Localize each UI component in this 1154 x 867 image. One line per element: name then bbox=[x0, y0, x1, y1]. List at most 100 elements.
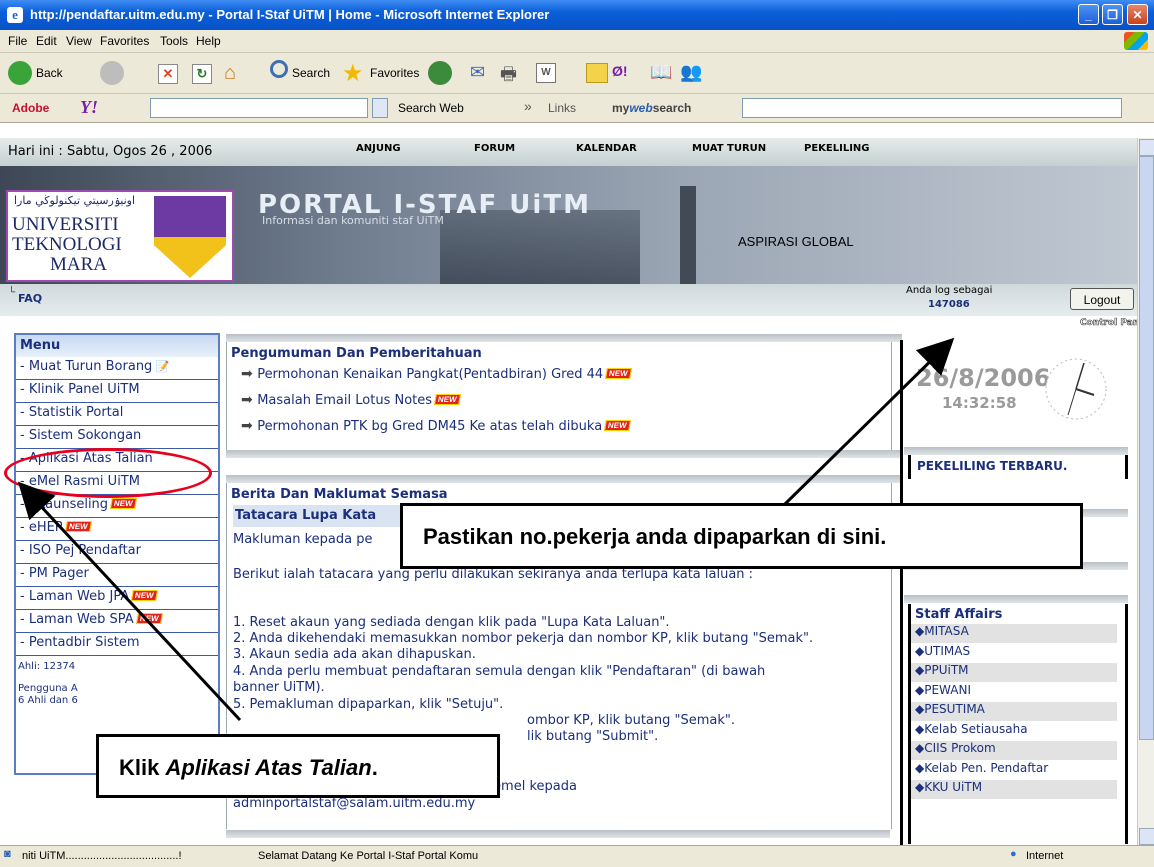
callout-aplikasi: Klik Aplikasi Atas Talian. bbox=[96, 734, 500, 798]
back-label[interactable]: Back bbox=[36, 66, 63, 80]
discuss-icon[interactable] bbox=[586, 63, 608, 83]
staff-affairs-item[interactable]: ◆PPUiTM bbox=[911, 663, 1117, 682]
yahoo-messenger-icon[interactable]: Ø! bbox=[612, 63, 638, 81]
nav-kalendar[interactable]: KALENDAR bbox=[576, 143, 637, 154]
new-badge: NEW bbox=[604, 420, 631, 431]
research-icon[interactable]: 📖 bbox=[650, 62, 672, 82]
banner-figure bbox=[680, 186, 696, 284]
nav-anjung[interactable]: ANJUNG bbox=[356, 143, 401, 154]
history-icon[interactable] bbox=[428, 61, 452, 85]
page-scrollbar[interactable] bbox=[1137, 138, 1154, 845]
print-icon[interactable]: 🖶 bbox=[500, 62, 522, 84]
staff-affairs-item[interactable]: ◆PEWANI bbox=[911, 683, 1117, 702]
new-badge: NEW bbox=[131, 590, 158, 601]
menu-header: Menu bbox=[16, 335, 218, 357]
faq-bar: └ FAQ Anda log sebagai 147086 Logout bbox=[0, 284, 1137, 316]
news-step-4b: banner UiTM). bbox=[233, 680, 325, 695]
scroll-thumb[interactable] bbox=[1139, 156, 1154, 740]
faq-link[interactable]: FAQ bbox=[18, 292, 42, 305]
yahoo-search-field[interactable] bbox=[150, 98, 368, 118]
new-badge: NEW bbox=[605, 368, 632, 379]
sidebar-item[interactable]: - ISO Pej Pendaftar bbox=[16, 541, 218, 564]
yahoo-search-dropdown[interactable] bbox=[372, 98, 388, 118]
staff-affairs-item[interactable]: ◆CIIS Prokom bbox=[911, 741, 1117, 760]
logo-line1: UNIVERSITI bbox=[12, 214, 119, 235]
sidebar-item[interactable]: - Muat Turun Borang 📝 bbox=[16, 357, 218, 380]
news-subtitle: Tatacara Lupa Kata bbox=[235, 508, 377, 523]
addon-toolbar: Adobe Y! Search Web » Links mywebsearch bbox=[0, 94, 1154, 123]
home-icon[interactable]: ⌂ bbox=[224, 62, 246, 84]
sidebar-item[interactable]: - Statistik Portal bbox=[16, 403, 218, 426]
sidebar-item[interactable]: - Laman Web JPA NEW bbox=[16, 587, 218, 610]
staff-affairs-title: Staff Affairs bbox=[915, 607, 1003, 622]
staff-affairs-item[interactable]: ◆UTIMAS bbox=[911, 644, 1117, 663]
adobe-label[interactable]: Adobe bbox=[12, 101, 49, 115]
standard-toolbar: Back ✕ ↻ ⌂ Search ★ Favorites ✉ 🖶 W Ø! 📖… bbox=[0, 53, 1154, 94]
staff-affairs-item[interactable]: ◆Kelab Pen. Pendaftar bbox=[911, 761, 1117, 780]
back-icon[interactable] bbox=[8, 61, 32, 85]
news-step-4: 4. Anda perlu membuat pendaftaran semula… bbox=[233, 664, 766, 679]
new-badge: NEW bbox=[434, 394, 461, 405]
favorites-label[interactable]: Favorites bbox=[370, 66, 419, 80]
sidebar-item[interactable]: - Klinik Panel UiTM bbox=[16, 380, 218, 403]
sidebar-item[interactable]: - eHEP NEW bbox=[16, 518, 218, 541]
logout-button[interactable]: Logout bbox=[1070, 288, 1134, 310]
pekeliling-title[interactable]: PEKELILING TERBARU. bbox=[917, 459, 1067, 473]
staff-affairs-item[interactable]: ◆MITASA bbox=[911, 624, 1117, 643]
staff-affairs-item[interactable]: ◆Kelab Setiausaha bbox=[911, 722, 1117, 741]
edit-word-icon[interactable]: W bbox=[536, 63, 556, 83]
sidebar-item[interactable]: - Sistem Sokongan bbox=[16, 426, 218, 449]
sidebar-item[interactable]: - PM Pager bbox=[16, 564, 218, 587]
menu-edit[interactable]: Edit bbox=[36, 34, 57, 48]
window-title-bar[interactable]: e http://pendaftar.uitm.edu.my - Portal … bbox=[0, 0, 1154, 30]
zone-label: Internet bbox=[1026, 850, 1064, 862]
scroll-down-button[interactable] bbox=[1139, 828, 1154, 845]
announcement-item[interactable]: ➡ Masalah Email Lotus Notes NEW bbox=[241, 392, 461, 408]
messenger-icon[interactable]: 👥 bbox=[680, 62, 702, 82]
login-label: Anda log sebagai bbox=[906, 285, 993, 296]
refresh-icon[interactable]: ↻ bbox=[192, 64, 212, 84]
links-label[interactable]: Links bbox=[548, 101, 576, 115]
mail-icon[interactable]: ✉ bbox=[470, 62, 492, 82]
menu-help[interactable]: Help bbox=[196, 34, 221, 48]
favorites-star-icon[interactable]: ★ bbox=[342, 59, 364, 88]
nav-forum[interactable]: FORUM bbox=[474, 143, 515, 154]
current-date: Hari ini : Sabtu, Ogos 26 , 2006 bbox=[8, 144, 213, 159]
admin-email-link[interactable]: adminportalstaf@salam.uitm.edu.my bbox=[233, 796, 475, 811]
menu-favorites[interactable]: Favorites bbox=[100, 34, 149, 48]
panel-cap bbox=[904, 447, 1128, 455]
scroll-up-button[interactable] bbox=[1139, 139, 1154, 156]
sidebar-item[interactable]: - Pentadbir Sistem bbox=[16, 633, 218, 656]
sidebar-item[interactable]: - Laman Web SPA NEW bbox=[16, 610, 218, 633]
menu-tools[interactable]: Tools bbox=[160, 34, 188, 48]
search-web-button[interactable]: Search Web bbox=[398, 101, 464, 115]
highlight-ellipse bbox=[4, 448, 212, 498]
portal-subtitle: Informasi dan komuniti staf UiTM bbox=[262, 214, 444, 227]
menu-file[interactable]: File bbox=[8, 34, 27, 48]
forward-icon[interactable] bbox=[100, 61, 124, 85]
page-top-nav: Hari ini : Sabtu, Ogos 26 , 2006 ANJUNG … bbox=[0, 138, 1137, 167]
nav-pekeliling[interactable]: PEKELILING bbox=[804, 143, 870, 154]
minimize-button[interactable]: _ bbox=[1078, 4, 1099, 25]
yahoo-toolbar-logo[interactable]: Y! bbox=[80, 97, 98, 118]
sidebar-item[interactable]: - eKaunseling NEW bbox=[16, 495, 218, 518]
staff-affairs-item[interactable]: ◆KKU UiTM bbox=[911, 780, 1117, 799]
close-button[interactable]: ✕ bbox=[1127, 4, 1148, 25]
links-chevron[interactable]: » bbox=[524, 98, 532, 114]
news-lead: Berikut ialah tatacara yang perlu dilaku… bbox=[233, 567, 754, 582]
mywebsearch-input[interactable] bbox=[742, 98, 1122, 118]
mywebsearch-label[interactable]: mywebsearch bbox=[612, 101, 691, 115]
search-icon[interactable] bbox=[270, 60, 288, 78]
announcement-item[interactable]: ➡ Permohonan PTK bg Gred DM45 Ke atas te… bbox=[241, 418, 631, 434]
staff-affairs-item[interactable]: ◆PESUTIMA bbox=[911, 702, 1117, 721]
menu-view[interactable]: View bbox=[66, 34, 92, 48]
logo-jawi: اونيۏرسيتي تيكنولوڬي مارا bbox=[14, 194, 136, 207]
search-label[interactable]: Search bbox=[292, 66, 330, 80]
panel-cap bbox=[904, 595, 1128, 603]
stop-icon[interactable]: ✕ bbox=[158, 64, 178, 84]
nav-muat-turun[interactable]: MUAT TURUN bbox=[692, 143, 766, 154]
uitm-crest-icon bbox=[154, 196, 226, 278]
maximize-button[interactable]: ❐ bbox=[1102, 4, 1123, 25]
announcement-item[interactable]: ➡ Permohonan Kenaikan Pangkat(Pentadbira… bbox=[241, 366, 632, 382]
logo-line2: TEKNOLOGI bbox=[12, 234, 122, 255]
